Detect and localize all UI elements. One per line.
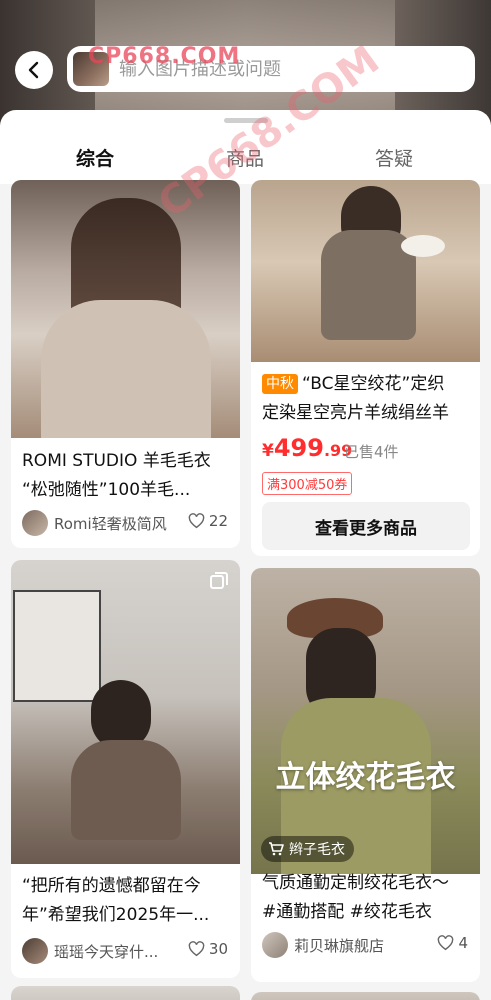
like-button[interactable]: 30 bbox=[188, 940, 228, 958]
like-button[interactable]: 4 bbox=[437, 934, 468, 952]
product-title-line-1: 中秋 “BC星空绞花”定织 bbox=[262, 370, 444, 399]
product-title-line-2: 定染星空亮片羊绒绢丝羊 bbox=[262, 403, 449, 423]
back-button[interactable] bbox=[15, 51, 53, 89]
card-author[interactable]: 莉贝琳旗舰店 bbox=[262, 932, 384, 958]
chevron-left-icon bbox=[28, 61, 39, 79]
multi-image-icon bbox=[210, 572, 228, 589]
price-integer: 499 bbox=[273, 434, 324, 462]
card-title-line-1: “把所有的遗憾都留在今 bbox=[22, 876, 201, 896]
card-image-sweater bbox=[41, 300, 211, 438]
author-name: 莉贝琳旗舰店 bbox=[294, 936, 385, 955]
heart-icon bbox=[188, 513, 205, 529]
view-more-products-button[interactable]: 查看更多商品 bbox=[262, 502, 470, 550]
card-image[interactable]: 立体绞花毛衣 辫子毛衣 bbox=[251, 568, 480, 874]
feed-card-romi[interactable]: ROMI STUDIO 羊毛毛衣 “松弛随性”100羊毛... Romi轻奢极简… bbox=[11, 180, 240, 548]
author-name: 瑶瑶今天穿什... bbox=[54, 942, 159, 961]
card-image[interactable] bbox=[11, 180, 240, 438]
card-image-sweater bbox=[71, 740, 181, 840]
card-image[interactable] bbox=[11, 560, 240, 864]
sold-count: 已售4件 bbox=[344, 443, 399, 461]
card-author[interactable]: 瑶瑶今天穿什... bbox=[22, 938, 158, 964]
product-price: ¥499.99 bbox=[262, 434, 352, 462]
card-title-line-1: 气质通勤定制绞花毛衣～ bbox=[262, 873, 449, 893]
heart-icon bbox=[438, 935, 454, 951]
feed: ROMI STUDIO 羊毛毛衣 “松弛随性”100羊毛... Romi轻奢极简… bbox=[0, 180, 491, 1000]
product-title-text: “BC星空绞花”定织 bbox=[302, 374, 445, 394]
avatar[interactable] bbox=[22, 938, 48, 964]
card-title-line-2: “松弛随性”100羊毛... bbox=[22, 480, 191, 500]
product-tag-chip[interactable]: 辫子毛衣 bbox=[261, 836, 354, 862]
feed-card-partial[interactable] bbox=[251, 992, 480, 1000]
card-title-line-2: #通勤搭配 #绞花毛衣 bbox=[262, 902, 432, 922]
image-overlay-text: 立体绞花毛衣 bbox=[275, 760, 456, 795]
card-image-plate bbox=[401, 235, 445, 257]
card-author[interactable]: Romi轻奢极简风 bbox=[22, 510, 167, 536]
feed-card-knit[interactable]: 立体绞花毛衣 辫子毛衣 气质通勤定制绞花毛衣～ #通勤搭配 #绞花毛衣 莉贝琳旗… bbox=[251, 568, 480, 982]
card-image[interactable] bbox=[11, 986, 240, 1000]
like-count: 4 bbox=[458, 934, 468, 952]
avatar[interactable] bbox=[262, 932, 288, 958]
feed-card-regret[interactable]: “把所有的遗憾都留在今 年”希望我们2025年一... 瑶瑶今天穿什... 30 bbox=[11, 560, 240, 978]
watermark: CP668.COM bbox=[88, 44, 241, 69]
feed-card-product-bc[interactable]: 中秋 “BC星空绞花”定织 定染星空亮片羊绒绢丝羊 ¥499.99 已售4件 满3… bbox=[251, 180, 480, 556]
promo-tag: 中秋 bbox=[262, 374, 298, 394]
like-button[interactable]: 22 bbox=[188, 512, 228, 530]
coupon-badge[interactable]: 满300减50券 bbox=[262, 472, 353, 495]
tab-qa[interactable]: 答疑 bbox=[375, 144, 413, 171]
product-tag-label: 辫子毛衣 bbox=[289, 842, 345, 858]
like-count: 22 bbox=[208, 512, 228, 530]
like-count: 30 bbox=[208, 940, 228, 958]
tab-comprehensive[interactable]: 综合 bbox=[76, 144, 114, 171]
card-image-painting bbox=[13, 590, 101, 702]
shopping-cart-icon bbox=[269, 842, 284, 856]
feed-card-partial[interactable] bbox=[11, 986, 240, 1000]
author-name: Romi轻奢极简风 bbox=[54, 514, 167, 533]
card-image[interactable] bbox=[251, 992, 480, 1000]
card-title-line-2: 年”希望我们2025年一... bbox=[22, 905, 210, 925]
card-image[interactable] bbox=[251, 180, 480, 362]
avatar[interactable] bbox=[22, 510, 48, 536]
heart-icon bbox=[188, 941, 205, 957]
price-currency: ¥ bbox=[262, 441, 274, 461]
card-title-line-1: ROMI STUDIO 羊毛毛衣 bbox=[22, 451, 211, 471]
